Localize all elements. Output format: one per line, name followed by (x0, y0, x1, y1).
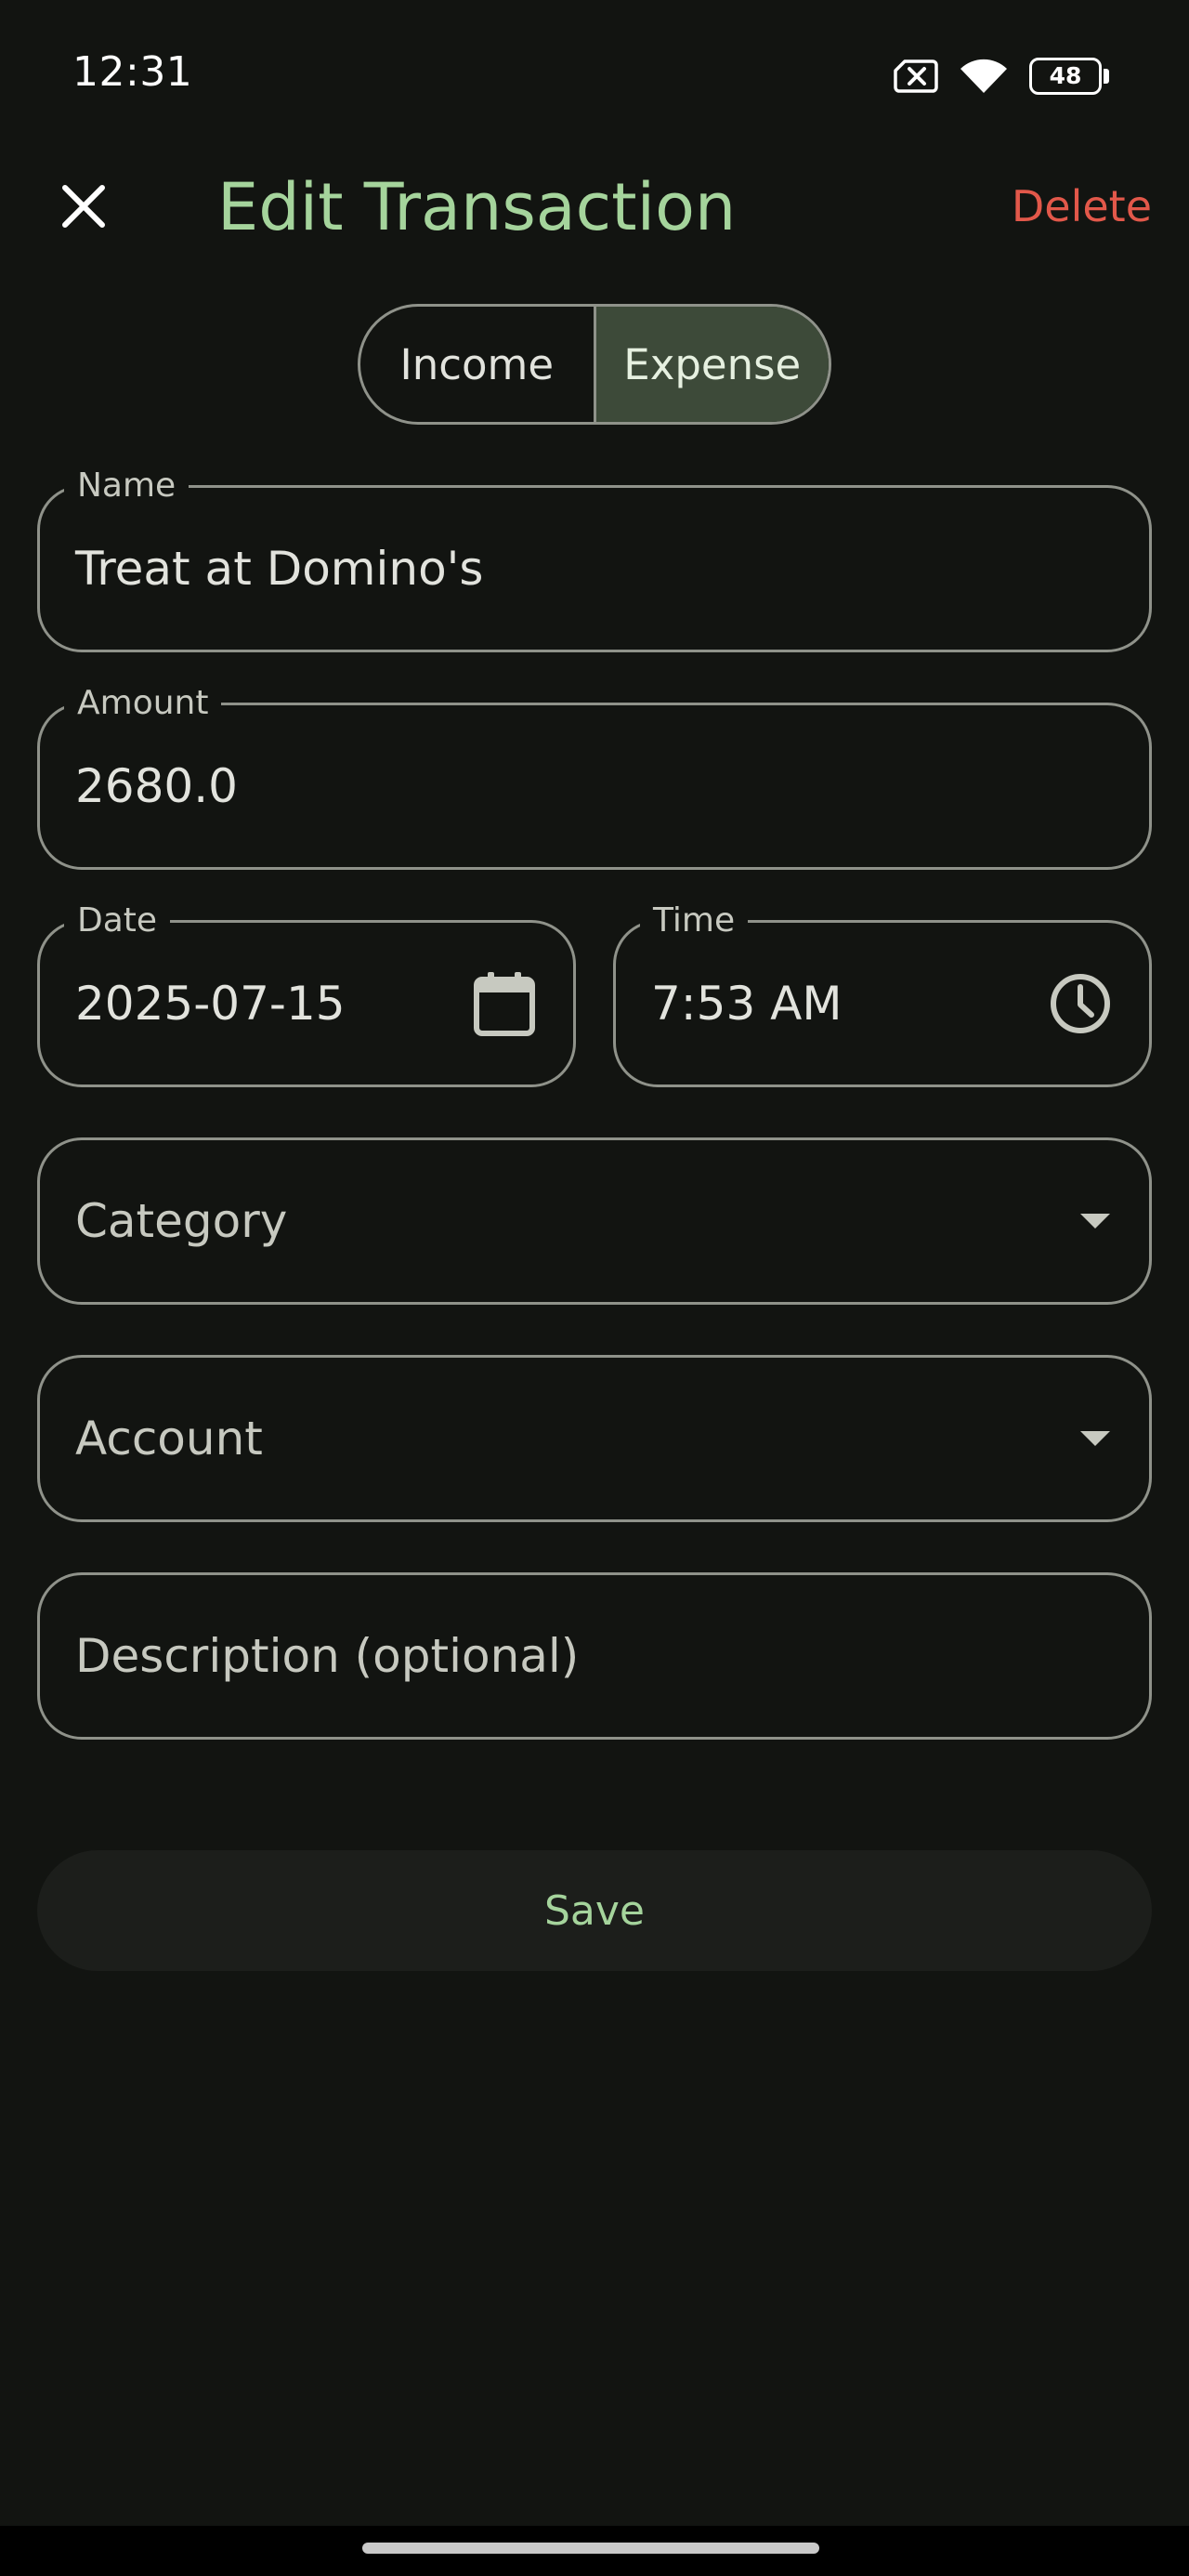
close-icon (59, 182, 108, 234)
edit-transaction-screen: 12:31 48 Edit Transaction Delete Income … (0, 0, 1189, 2576)
description-placeholder: Description (optional) (75, 1629, 580, 1683)
status-time: 12:31 (72, 48, 193, 96)
name-value: Treat at Domino's (75, 542, 484, 596)
no-sim-icon (894, 59, 938, 93)
home-indicator[interactable] (362, 2543, 819, 2554)
account-dropdown[interactable]: Account (37, 1355, 1152, 1522)
status-bar: 12:31 48 (0, 0, 1189, 149)
battery-cap (1104, 69, 1109, 84)
dropdown-arrow-icon (1078, 1212, 1112, 1230)
amount-field[interactable]: Amount 2680.0 (37, 683, 1152, 870)
page-title: Edit Transaction (217, 169, 737, 245)
time-value: 7:53 AM (651, 977, 843, 1031)
description-field[interactable]: Description (optional) (37, 1572, 1152, 1740)
category-dropdown[interactable]: Category (37, 1137, 1152, 1305)
battery-level: 48 (1049, 62, 1082, 89)
expense-segment[interactable]: Expense (595, 307, 829, 422)
transaction-type-toggle: Income Expense (358, 304, 831, 425)
clock-icon[interactable] (1049, 972, 1112, 1035)
account-placeholder: Account (75, 1412, 263, 1465)
status-icons: 48 (894, 56, 1109, 97)
dropdown-arrow-icon (1078, 1429, 1112, 1448)
date-field[interactable]: Date 2025-07-15 (37, 900, 576, 1087)
income-segment[interactable]: Income (360, 307, 596, 422)
name-field[interactable]: Name Treat at Domino's (37, 466, 1152, 652)
save-button[interactable]: Save (37, 1850, 1152, 1971)
battery-icon: 48 (1029, 58, 1109, 95)
close-button[interactable] (43, 167, 124, 249)
time-field[interactable]: Time 7:53 AM (613, 900, 1152, 1087)
calendar-icon[interactable] (473, 970, 536, 1037)
delete-button[interactable]: Delete (1012, 177, 1152, 236)
category-placeholder: Category (75, 1194, 288, 1248)
amount-value: 2680.0 (75, 759, 238, 813)
wifi-icon (959, 58, 1009, 95)
date-value: 2025-07-15 (75, 977, 346, 1031)
